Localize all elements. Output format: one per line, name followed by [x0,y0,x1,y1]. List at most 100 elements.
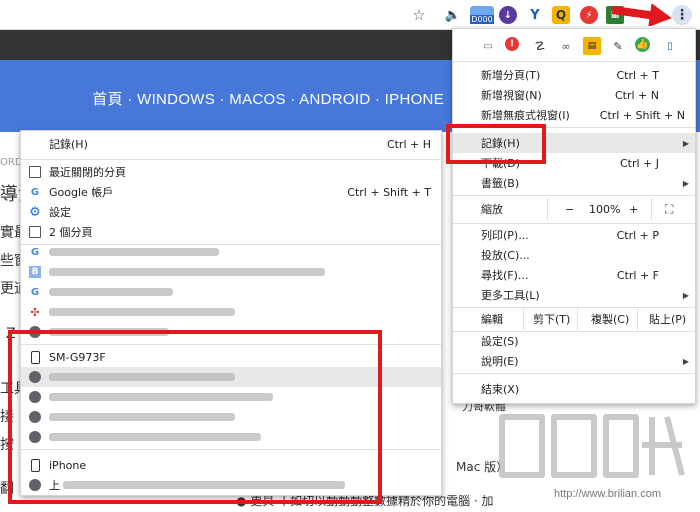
zoom-label: 縮放 [481,203,503,216]
menu-shortcut: Ctrl + T [616,68,659,82]
tab-icon [29,226,41,238]
google-icon: G [30,286,40,298]
cast-item[interactable]: 投放(C)... [453,245,695,265]
settings-item[interactable]: ⚙ 設定 [21,202,441,222]
blurred-text [49,308,235,316]
blurred-text [49,248,219,256]
blurred-text [49,288,173,296]
ext-notes-icon[interactable]: ▤ [583,37,601,55]
divider [547,198,548,220]
fullscreen-icon[interactable]: ⛶ [665,202,673,217]
divider [21,159,441,160]
submenu-arrow-icon: ▶ [682,356,689,366]
bookmark-star-icon[interactable]: ☆ [410,6,428,24]
page-nav[interactable]: 首頁 · WINDOWS · MACOS · ANDROID · IPHONE [92,88,444,109]
cut-button[interactable]: 剪下(T) [533,311,570,327]
ext-thumbs-icon[interactable]: 👍 [635,37,650,52]
zoom-level: 100% [589,202,621,216]
edit-label: 編輯 [481,313,503,326]
tab-icon [29,166,41,178]
exit-item[interactable]: 結束(X) [453,379,695,399]
help-item[interactable]: 說明(E) ▶ [453,351,695,371]
y-extension-icon[interactable]: Y [526,6,544,24]
ext-alert-icon[interactable]: ! [505,37,519,51]
new-tab-item[interactable]: 新增分頁(T) Ctrl + T [453,65,695,85]
b-site-icon: B [29,266,41,278]
history-header-shortcut: Ctrl + H [386,137,431,151]
menu-label: 書籤(B) [481,177,520,190]
gear-icon: ⚙ [29,204,41,220]
chrome-main-menu: ▭ ! ☡ ∞ ▤ ✎ 👍 ▯ 新增分頁(T) Ctrl + T 新增視窗(N)… [452,28,696,404]
bookmarks-item[interactable]: 書籤(B) ▶ [453,173,695,193]
submenu-arrow-icon: ▶ [682,178,689,188]
annotation-box-devices [8,330,382,504]
download-extension-icon[interactable]: ↓ [499,6,517,24]
history-header-item[interactable]: 記錄(H) Ctrl + H [21,134,441,154]
new-window-item[interactable]: 新增視窗(N) Ctrl + N [453,85,695,105]
ext-device-icon[interactable]: ▯ [661,37,679,55]
google-icon: G [30,246,40,258]
cloud-extension-icon[interactable]: D000 [470,6,494,24]
divider [453,195,695,196]
zoom-row: 縮放 − 100% + ⛶ [453,198,695,220]
print-item[interactable]: 列印(P)... Ctrl + P [453,225,695,245]
q-extension-icon[interactable]: Q [552,6,570,24]
zoom-out-button[interactable]: − [565,203,574,216]
history-entry[interactable]: G [21,282,441,302]
edit-row: 編輯 剪下(T) 複製(C) 貼上(P) [453,308,695,330]
google-account-item[interactable]: G Google 帳戶 Ctrl + Shift + T [21,182,441,202]
pinwheel-site-icon: ✣ [30,305,40,319]
menu-shortcut: Ctrl + N [614,88,659,102]
submenu-arrow-icon: ▶ [682,290,689,300]
browser-toolbar: ☆ 🔈 D000 ↓ Y Q ⚡ ▦ ⋮ [0,0,700,30]
annotation-box-history [446,124,546,164]
menu-shortcut: Ctrl + P [616,228,659,242]
menu-shortcut: Ctrl + Shift + N [599,108,685,122]
divider [453,373,695,374]
paste-button[interactable]: 貼上(P) [649,311,686,327]
extension-row: ▭ ! ☡ ∞ ▤ ✎ 👍 ▯ [453,35,695,57]
google-icon: G [30,186,40,198]
history-entry[interactable]: G [21,242,441,262]
history-entry[interactable]: ✣ [21,302,441,322]
two-tabs-label: 2 個分頁 [49,226,93,239]
ext-box-icon[interactable]: ▭ [479,37,497,55]
submenu-arrow-icon: ▶ [682,138,689,148]
google-account-shortcut: Ctrl + Shift + T [347,185,431,199]
divider [453,61,695,62]
recently-closed-item[interactable]: 最近關閉的分頁 [21,162,441,182]
flash-extension-icon[interactable]: ⚡ [580,6,598,24]
ext-stats-icon[interactable]: ☡ [531,37,549,55]
divider [651,198,652,220]
divider [577,308,578,330]
google-account-label: Google 帳戶 [49,186,114,199]
blurred-text [49,268,325,276]
more-tools-item[interactable]: 更多工具(L) ▶ [453,285,695,305]
menu-shortcut: Ctrl + J [619,156,659,170]
menu-label: 投放(C)... [481,249,530,262]
two-tabs-item[interactable]: 2 個分頁 [21,222,441,242]
settings-item[interactable]: 設定(S) [453,331,695,351]
annotation-arrow-icon [612,3,672,26]
menu-label: 新增視窗(N) [481,89,542,102]
history-entry[interactable]: B [21,262,441,282]
ext-link-icon[interactable]: ∞ [557,37,575,55]
menu-label: 列印(P)... [481,229,529,242]
zoom-in-button[interactable]: + [629,203,638,216]
menu-label: 結束(X) [481,383,520,396]
speaker-icon[interactable]: 🔈 [444,6,462,24]
menu-shortcut: Ctrl + F [616,268,659,282]
divider [523,308,524,330]
copy-button[interactable]: 複製(C) [591,311,629,327]
new-incognito-item[interactable]: 新增無痕式視窗(I) Ctrl + Shift + N [453,105,695,125]
menu-label: 說明(E) [481,355,519,368]
extension-badge: D000 [470,15,494,24]
divider [637,308,638,330]
chrome-menu-kebab-icon[interactable]: ⋮ [672,5,692,25]
menu-label: 新增無痕式視窗(I) [481,109,570,122]
menu-label: 新增分頁(T) [481,69,541,82]
recently-closed-label: 最近關閉的分頁 [49,166,126,179]
settings-label: 設定 [49,206,71,219]
find-item[interactable]: 尋找(F)... Ctrl + F [453,265,695,285]
ext-pen-icon[interactable]: ✎ [609,37,627,55]
